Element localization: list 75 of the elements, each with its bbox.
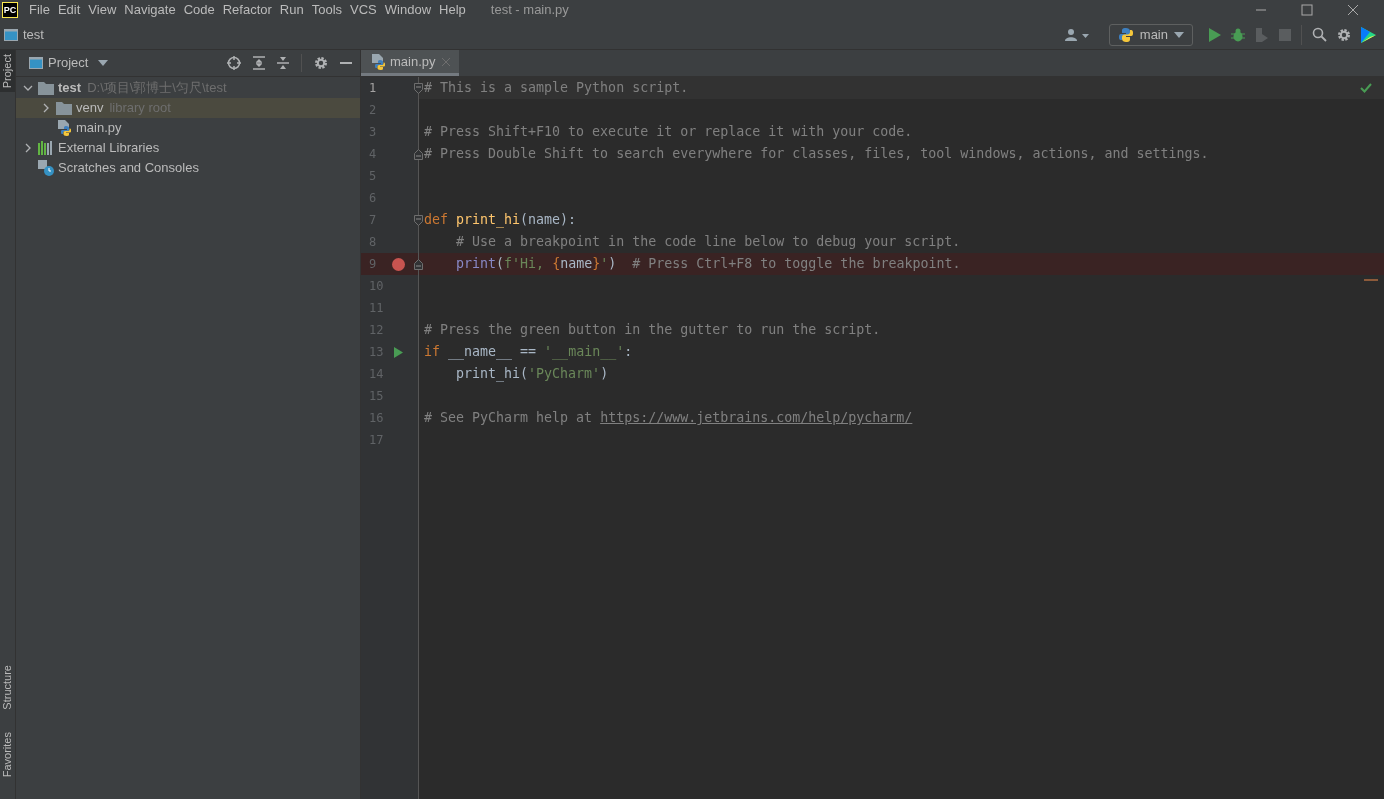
breakpoint-icon[interactable]: [391, 257, 405, 271]
scratches-icon: [38, 160, 54, 176]
breadcrumb[interactable]: test: [23, 24, 44, 45]
fold-end-icon[interactable]: [414, 258, 423, 270]
run-icon[interactable]: [1209, 27, 1221, 42]
run-configuration-dropdown[interactable]: main: [1108, 23, 1193, 46]
folder-icon: [38, 81, 54, 95]
link[interactable]: https://www.jetbrains.com/help/pycharm/: [600, 410, 913, 426]
search-icon[interactable]: [1312, 27, 1327, 42]
line-number: 9: [369, 256, 378, 273]
code-line: # Press the green button in the gutter to run the script.: [424, 321, 881, 340]
fold-start-icon[interactable]: [414, 82, 423, 94]
menu-item[interactable]: Refactor: [219, 0, 275, 20]
fold-start-icon[interactable]: [414, 214, 423, 226]
menu-item[interactable]: Help: [436, 0, 469, 20]
chevron-right-icon[interactable]: [43, 103, 49, 113]
project-window-icon: [29, 57, 43, 69]
user-icon[interactable]: [1064, 27, 1091, 42]
tool-window-tab[interactable]: Structure: [0, 661, 15, 714]
run-icon[interactable]: [393, 346, 403, 358]
libraries-icon: [38, 141, 54, 155]
python-file-icon: [370, 53, 386, 70]
python-file-icon: [56, 120, 72, 136]
menu-item[interactable]: Navigate: [121, 0, 179, 20]
crosshair-icon[interactable]: [227, 56, 241, 70]
python-icon: [1117, 26, 1134, 43]
code-line: # Press Shift+F10 to execute it or replace it with your code.: [424, 123, 913, 142]
close-icon[interactable]: [1347, 4, 1359, 16]
dropdown-caret-icon[interactable]: [98, 60, 109, 66]
fold-end-icon[interactable]: [414, 148, 423, 160]
chevron-right-icon[interactable]: [25, 143, 31, 153]
menu-item[interactable]: Tools: [308, 0, 346, 20]
chevron-down-icon[interactable]: [23, 85, 33, 91]
code-line: # See PyCharm help at https://www.jetbrains.com/help/pycharm/: [424, 409, 913, 428]
menu-item[interactable]: Window: [381, 0, 435, 20]
code-line: print_hi('PyCharm'): [455, 365, 609, 384]
project-window-icon: [4, 28, 18, 41]
code-with-me-icon[interactable]: [1361, 26, 1376, 43]
collapse-all-icon[interactable]: [277, 56, 289, 70]
code-line: if __name__ == '__main__':: [424, 343, 633, 362]
no-problems-check-icon: [1360, 83, 1372, 93]
tree-item[interactable]: main.py: [16, 118, 360, 138]
code-line: def print_hi(name):: [424, 211, 577, 230]
bug-icon[interactable]: [1231, 27, 1245, 42]
menu-item[interactable]: View: [85, 0, 120, 20]
item-label: External Libraries: [58, 139, 160, 158]
maximize-icon[interactable]: [1301, 4, 1313, 16]
scrollbar-marker: [1364, 279, 1378, 281]
settings-icon[interactable]: [1337, 27, 1351, 42]
tree-item[interactable]: Scratches and Consoles: [16, 158, 360, 178]
panel-title[interactable]: Project: [48, 53, 89, 73]
menu-item[interactable]: Code: [180, 0, 218, 20]
code-line: # This is a sample Python script.: [424, 79, 689, 98]
expand-all-icon[interactable]: [253, 56, 265, 70]
tool-window-tab[interactable]: Favorites: [0, 727, 15, 781]
item-label: venv: [76, 99, 104, 118]
item-label: Scratches and Consoles: [58, 159, 199, 178]
tool-window-tab[interactable]: Project: [0, 50, 15, 93]
item-label: main.py: [76, 119, 122, 138]
code-line: # Use a breakpoint in the code line below to debug your script.: [455, 233, 961, 252]
menu-item[interactable]: File: [26, 0, 53, 20]
line-number: 1: [369, 80, 378, 97]
dropdown-caret-icon: [1174, 31, 1184, 38]
editor-tab[interactable]: main.py: [361, 50, 459, 76]
window-title: test - main.py: [490, 1, 569, 20]
menu-item[interactable]: VCS: [347, 0, 380, 20]
menu-item[interactable]: Run: [276, 0, 307, 20]
menu-item[interactable]: Edit: [54, 0, 84, 20]
code-line: print(f'Hi, {name}') # Press Ctrl+F8 to toggle the breakpoint.: [455, 255, 961, 274]
settings-icon[interactable]: [314, 56, 328, 70]
app-logo: PC: [2, 2, 18, 18]
tree-item[interactable]: External Libraries: [16, 138, 360, 158]
code-line: # Press Double Shift to search everywhere for classes, files, tool windows, actions, and settings.: [424, 145, 1209, 164]
item-label: test: [58, 79, 82, 98]
folder-icon: [56, 101, 72, 115]
